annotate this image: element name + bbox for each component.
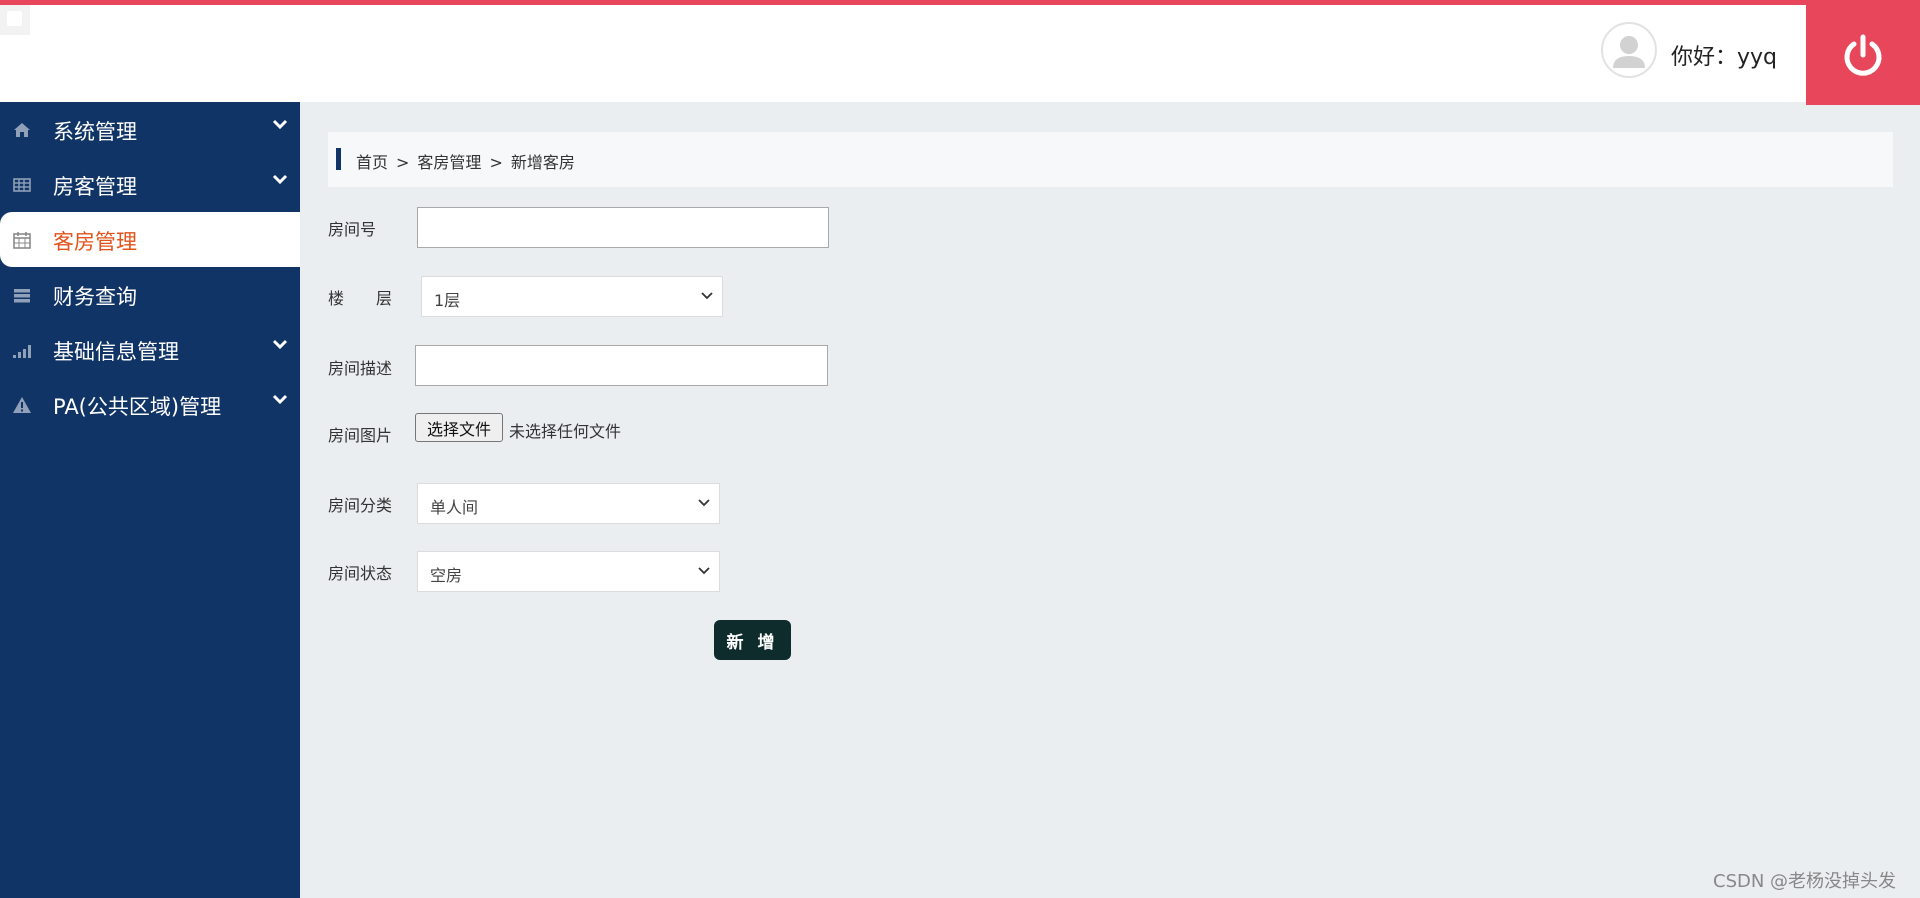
sidebar-item-label: 基础信息管理 — [53, 340, 179, 364]
status-label: 房间状态 — [328, 564, 393, 583]
image-label: 房间图片 — [328, 426, 393, 445]
corner-logo — [0, 5, 30, 35]
sidebar-item-label: 财务查询 — [53, 285, 137, 309]
sidebar-item-rooms[interactable]: 客房管理 — [0, 212, 300, 267]
power-icon — [1844, 34, 1882, 76]
floor-select-value: 1层 — [434, 291, 461, 310]
sidebar-item-label: 系统管理 — [53, 120, 137, 144]
file-status-text: 未选择任何文件 — [509, 422, 622, 441]
sidebar-item-tenants[interactable]: 房客管理 — [0, 157, 300, 212]
status-select-value: 空房 — [430, 566, 463, 585]
sidebar-item-finance[interactable]: 财务查询 — [0, 267, 300, 322]
chevron-down-icon — [272, 119, 288, 130]
warning-icon — [13, 397, 31, 413]
sidebar-item-basic-info[interactable]: 基础信息管理 — [0, 322, 300, 377]
table-icon — [13, 178, 31, 192]
avatar[interactable] — [1601, 22, 1657, 78]
sidebar-item-system[interactable]: 系统管理 — [0, 102, 300, 157]
user-greeting: 你好：yyq — [1671, 45, 1778, 70]
chevron-down-icon — [698, 499, 710, 507]
chevron-down-icon — [272, 339, 288, 350]
watermark: CSDN @老杨没掉头发 — [1713, 871, 1897, 892]
description-input[interactable] — [415, 345, 828, 386]
category-label: 房间分类 — [328, 496, 393, 515]
server-icon — [14, 289, 30, 303]
signal-icon — [13, 345, 31, 358]
category-select-value: 单人间 — [430, 498, 479, 517]
category-select[interactable]: 单人间 — [417, 483, 720, 524]
home-icon — [14, 123, 30, 137]
room-number-input[interactable] — [417, 207, 829, 248]
breadcrumb-marker — [336, 148, 341, 170]
floor-select[interactable]: 1层 — [421, 276, 723, 317]
choose-file-button[interactable]: 选择文件 — [415, 413, 503, 442]
breadcrumb-separator: > — [489, 153, 503, 172]
chevron-down-icon — [701, 292, 713, 300]
add-room-button[interactable]: 新 增 — [714, 620, 791, 660]
sidebar: 系统管理 房客管理 客房管理 财务查询 基础信息管理 PA(公共区域)管理 — [0, 102, 300, 898]
breadcrumb-current: 新增客房 — [510, 153, 575, 172]
room-number-label: 房间号 — [328, 220, 377, 239]
chevron-down-icon — [272, 174, 288, 185]
floor-label: 楼 层 — [328, 289, 393, 308]
breadcrumb-home[interactable]: 首页 — [356, 153, 388, 172]
sidebar-item-label: PA(公共区域)管理 — [53, 395, 222, 419]
sidebar-item-label: 房客管理 — [53, 175, 137, 199]
sidebar-item-public-area[interactable]: PA(公共区域)管理 — [0, 377, 300, 432]
logout-button[interactable] — [1806, 5, 1920, 105]
status-select[interactable]: 空房 — [417, 551, 720, 592]
breadcrumb-parent[interactable]: 客房管理 — [417, 153, 481, 172]
calendar-icon — [13, 232, 31, 249]
sidebar-item-label: 客房管理 — [53, 230, 137, 254]
description-label: 房间描述 — [328, 359, 393, 378]
chevron-down-icon — [272, 394, 288, 405]
breadcrumb-separator: > — [396, 153, 410, 172]
chevron-down-icon — [698, 567, 710, 575]
breadcrumb: 首页 > 客房管理 > 新增客房 — [328, 132, 1893, 187]
